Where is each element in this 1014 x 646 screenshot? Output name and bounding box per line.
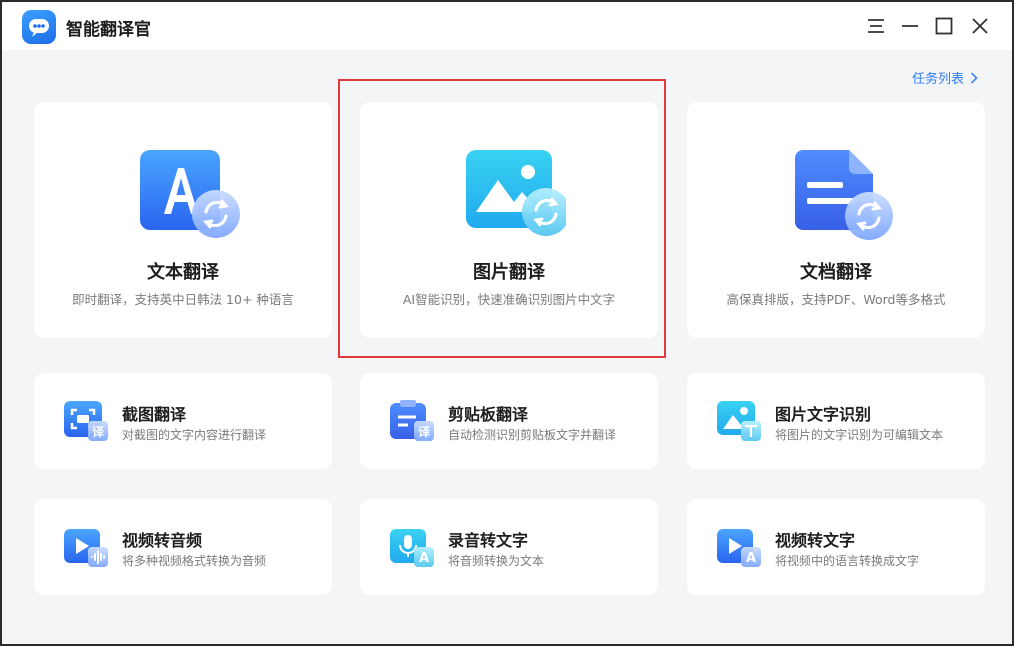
card-title: 录音转文字 [448,531,529,550]
svg-text:译: 译 [92,425,105,439]
card-title: 截图翻译 [122,405,187,424]
audio-to-text-icon: A [388,525,438,573]
image-ocr-card[interactable]: 图片文字识别 将图片的文字识别为可编辑文本 [687,373,985,469]
card-title: 文本翻译 [147,262,219,283]
card-description: 将图片的文字识别为可编辑文本 [775,428,944,442]
card-description: 对截图的文字内容进行翻译 [122,428,267,442]
card-title: 图片文字识别 [775,405,872,424]
audio-to-text-card[interactable]: A 录音转文字 将音频转换为文本 [360,499,658,595]
card-description: 自动检测识别剪贴板文字并翻译 [448,428,617,442]
task-list-label: 任务列表 [911,72,964,87]
chat-bubble-logo-icon [22,10,56,44]
clipboard-translate-card[interactable]: 译 剪贴板翻译 自动检测识别剪贴板文字并翻译 [360,373,658,469]
close-icon[interactable] [968,14,992,38]
card-title: 文档翻译 [800,262,872,283]
card-description: 将音频转换为文本 [448,554,545,568]
card-title: 图片翻译 [473,262,545,283]
card-description: 将多种视频格式转换为音频 [122,554,267,568]
image-ocr-icon [715,399,765,447]
svg-text:A: A [419,551,429,566]
card-description: 将视频中的语言转换成文字 [775,554,920,568]
video-to-audio-card[interactable]: 视频转音频 将多种视频格式转换为音频 [34,499,332,595]
image-translate-icon [464,150,570,242]
card-title: 剪贴板翻译 [448,405,529,424]
document-translate-card[interactable]: 文档翻译 高保真排版，支持PDF、Word等多格式 [687,102,985,338]
card-description: 即时翻译，支持英中日韩法 10+ 种语言 [72,292,294,307]
svg-text:译: 译 [418,425,431,439]
screenshot-translate-icon: 译 [62,399,112,447]
app-window: 智能翻译官 任务列表 文本翻译 即时翻译，支持英中日韩法 10+ 种语言 图片翻… [0,0,1014,646]
document-translate-icon [791,150,893,242]
menu-icon[interactable] [864,14,888,38]
title-bar: 智能翻译官 [2,2,1012,50]
video-to-audio-icon [62,525,112,573]
video-to-text-card[interactable]: A 视频转文字 将视频中的语言转换成文字 [687,499,985,595]
card-title: 视频转文字 [775,531,856,550]
card-description: 高保真排版，支持PDF、Word等多格式 [726,292,946,307]
text-translate-icon [138,150,240,242]
maximize-icon[interactable] [932,14,956,38]
video-to-text-icon: A [715,525,765,573]
minimize-icon[interactable] [898,14,922,38]
chevron-right-icon [970,71,978,84]
card-description: AI智能识别，快速准确识别图片中文字 [402,292,616,307]
svg-text:A: A [746,551,756,566]
image-translate-card[interactable]: 图片翻译 AI智能识别，快速准确识别图片中文字 [360,102,658,338]
card-title: 视频转音频 [122,531,203,550]
task-list-link[interactable]: 任务列表 [912,68,978,87]
app-title: 智能翻译官 [66,20,151,40]
text-translate-card[interactable]: 文本翻译 即时翻译，支持英中日韩法 10+ 种语言 [34,102,332,338]
screenshot-translate-card[interactable]: 译 截图翻译 对截图的文字内容进行翻译 [34,373,332,469]
clipboard-translate-icon: 译 [388,399,438,447]
